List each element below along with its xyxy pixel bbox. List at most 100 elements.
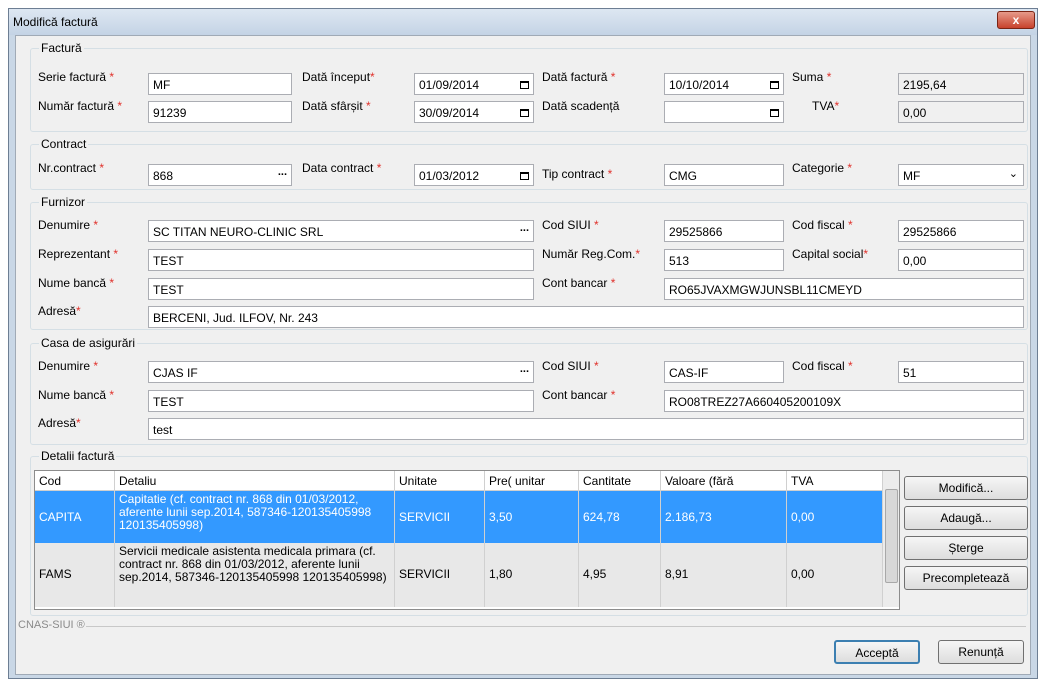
group-factura-legend: Factură bbox=[39, 41, 84, 55]
tva-field: 0,00 bbox=[898, 101, 1024, 123]
brand-label: CNAS-SIUI ® bbox=[18, 619, 85, 631]
table-row[interactable]: CAPITA Capitatie (cf. contract nr. 868 d… bbox=[35, 491, 883, 543]
data-sfarsit-picker[interactable]: 30/09/2014 bbox=[414, 101, 534, 123]
col-header-cod[interactable]: Cod bbox=[35, 471, 115, 491]
furnizor-cod-siui-input[interactable]: 29525866 bbox=[664, 220, 784, 242]
detalii-grid[interactable]: Cod Detaliu Unitate Pre( unitar Cantitat… bbox=[34, 470, 900, 610]
col-header-valoare[interactable]: Valoare (fără bbox=[661, 471, 787, 491]
label-numar-factura: Număr factură * bbox=[38, 99, 123, 113]
title-bar: Modifică factură x bbox=[9, 9, 1037, 35]
group-casa-legend: Casa de asigurări bbox=[39, 336, 138, 350]
calendar-icon bbox=[770, 109, 779, 117]
col-header-cantitate[interactable]: Cantitate bbox=[579, 471, 661, 491]
cell-cantitate: 4,95 bbox=[579, 543, 661, 607]
label-serie-factura: Serie factură * bbox=[38, 70, 115, 84]
calendar-icon bbox=[520, 109, 529, 117]
col-header-unitate[interactable]: Unitate bbox=[395, 471, 485, 491]
label-casa-adresa: Adresă* bbox=[38, 416, 81, 430]
cell-tva: 0,00 bbox=[787, 543, 883, 607]
label-data-factura: Dată factură * bbox=[542, 70, 616, 84]
accepta-button[interactable]: Acceptă bbox=[834, 640, 920, 664]
casa-banca-input[interactable]: TEST bbox=[148, 390, 534, 412]
dialog-window: Modifică factură x Factură Serie factură… bbox=[8, 8, 1038, 679]
label-furnizor-adresa: Adresă* bbox=[38, 304, 81, 318]
label-casa-cod-siui: Cod SIUI * bbox=[542, 359, 599, 373]
label-furnizor-banca: Nume bancă * bbox=[38, 276, 115, 290]
calendar-icon bbox=[520, 172, 529, 180]
cell-detaliu: Capitatie (cf. contract nr. 868 din 01/0… bbox=[115, 491, 395, 543]
categorie-select[interactable]: MF ⌄ bbox=[898, 164, 1024, 186]
browse-icon[interactable]: ... bbox=[520, 222, 529, 234]
cell-cod: CAPITA bbox=[35, 491, 115, 543]
label-categorie: Categorie * bbox=[792, 161, 853, 175]
data-scadenta-picker[interactable] bbox=[664, 101, 784, 123]
capital-social-input[interactable]: 0,00 bbox=[898, 249, 1024, 271]
renunta-button[interactable]: Renunță bbox=[938, 640, 1024, 664]
sterge-row-button[interactable]: Șterge bbox=[904, 536, 1028, 560]
col-header-pret[interactable]: Pre( unitar bbox=[485, 471, 579, 491]
label-casa-denumire: Denumire * bbox=[38, 359, 99, 373]
group-detalii-legend: Detalii factură bbox=[39, 449, 117, 463]
close-button[interactable]: x bbox=[997, 11, 1035, 29]
label-reg-com: Număr Reg.Com.* bbox=[542, 247, 641, 261]
furnizor-denumire-input[interactable]: SC TITAN NEURO-CLINIC SRL... bbox=[148, 220, 534, 242]
data-factura-picker[interactable]: 10/10/2014 bbox=[664, 73, 784, 95]
label-data-contract: Data contract * bbox=[302, 161, 382, 175]
cell-pret: 1,80 bbox=[485, 543, 579, 607]
browse-icon[interactable]: ... bbox=[278, 166, 287, 178]
label-tva: TVA* bbox=[812, 99, 840, 113]
calendar-icon bbox=[520, 81, 529, 89]
footer-divider bbox=[86, 626, 1026, 627]
col-header-tva[interactable]: TVA bbox=[787, 471, 883, 491]
furnizor-cod-fiscal-input[interactable]: 29525866 bbox=[898, 220, 1024, 242]
calendar-icon bbox=[770, 81, 779, 89]
numar-factura-input[interactable]: 91239 bbox=[148, 101, 292, 123]
group-furnizor-legend: Furnizor bbox=[39, 195, 88, 209]
nr-contract-input[interactable]: 868... bbox=[148, 164, 292, 186]
casa-cod-siui-input[interactable]: CAS-IF bbox=[664, 361, 784, 383]
cell-unitate: SERVICII bbox=[395, 491, 485, 543]
cell-valoare: 2.186,73 bbox=[661, 491, 787, 543]
window-title: Modifică factură bbox=[13, 15, 98, 29]
cell-cod: FAMS bbox=[35, 543, 115, 607]
cell-detaliu: Servicii medicale asistenta medicala pri… bbox=[115, 543, 395, 607]
label-capital-social: Capital social* bbox=[792, 247, 869, 261]
table-row[interactable]: FAMS Servicii medicale asistenta medical… bbox=[35, 543, 883, 607]
cell-pret: 3,50 bbox=[485, 491, 579, 543]
label-data-sfarsit: Dată sfârșit * bbox=[302, 99, 371, 113]
label-casa-cod-fiscal: Cod fiscal * bbox=[792, 359, 853, 373]
casa-adresa-input[interactable]: test bbox=[148, 418, 1024, 440]
furnizor-cont-input[interactable]: RO65JVAXMGWJUNSBL11CMEYD bbox=[664, 278, 1024, 300]
casa-denumire-input[interactable]: CJAS IF... bbox=[148, 361, 534, 383]
precompleteaza-button[interactable]: Precompletează bbox=[904, 566, 1028, 590]
cell-unitate: SERVICII bbox=[395, 543, 485, 607]
grid-vertical-scrollbar[interactable] bbox=[882, 471, 899, 607]
browse-icon[interactable]: ... bbox=[520, 363, 529, 375]
label-furnizor-cont: Cont bancar * bbox=[542, 276, 616, 290]
label-casa-banca: Nume bancă * bbox=[38, 388, 115, 402]
label-data-inceput: Dată început* bbox=[302, 70, 375, 84]
label-suma: Suma * bbox=[792, 70, 832, 84]
reprezentant-input[interactable]: TEST bbox=[148, 249, 534, 271]
tip-contract-field[interactable]: CMG bbox=[664, 164, 784, 186]
label-reprezentant: Reprezentant * bbox=[38, 247, 119, 261]
col-header-detaliu[interactable]: Detaliu bbox=[115, 471, 395, 491]
furnizor-banca-input[interactable]: TEST bbox=[148, 278, 534, 300]
label-nr-contract: Nr.contract * bbox=[38, 161, 105, 175]
cell-valoare: 8,91 bbox=[661, 543, 787, 607]
label-casa-cont: Cont bancar * bbox=[542, 388, 616, 402]
dialog-client: Factură Serie factură * MF Număr factură… bbox=[15, 35, 1031, 675]
casa-cont-input[interactable]: RO08TREZ27A660405200109X bbox=[664, 390, 1024, 412]
casa-cod-fiscal-input[interactable]: 51 bbox=[898, 361, 1024, 383]
modifica-row-button[interactable]: Modifică... bbox=[904, 476, 1028, 500]
suma-field: 2195,64 bbox=[898, 73, 1024, 95]
adauga-row-button[interactable]: Adaugă... bbox=[904, 506, 1028, 530]
furnizor-adresa-input[interactable]: BERCENI, Jud. ILFOV, Nr. 243 bbox=[148, 306, 1024, 328]
label-furnizor-cod-fiscal: Cod fiscal * bbox=[792, 218, 853, 232]
data-contract-picker[interactable]: 01/03/2012 bbox=[414, 164, 534, 186]
serie-factura-input[interactable]: MF bbox=[148, 73, 292, 95]
reg-com-input[interactable]: 513 bbox=[664, 249, 784, 271]
data-inceput-picker[interactable]: 01/09/2014 bbox=[414, 73, 534, 95]
group-contract-legend: Contract bbox=[39, 137, 89, 151]
scrollbar-thumb[interactable] bbox=[885, 489, 898, 583]
